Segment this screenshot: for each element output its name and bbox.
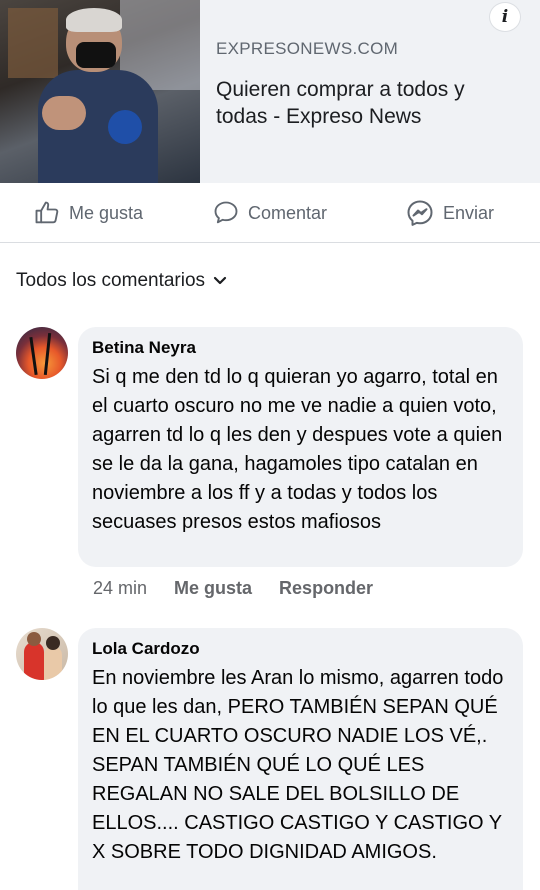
like-button[interactable]: Me gusta — [33, 184, 143, 242]
comment-author[interactable]: Lola Cardozo — [92, 638, 509, 660]
comment-reply-link[interactable]: Responder — [279, 578, 373, 599]
link-title[interactable]: Quieren comprar a todos y todas - Expres… — [216, 76, 516, 130]
avatar[interactable] — [16, 628, 68, 680]
info-icon[interactable]: i — [489, 2, 521, 32]
comment-meta: 24 min Me gusta Responder — [93, 578, 400, 599]
comment-bubble: Lola Cardozo En noviembre les Aran lo mi… — [78, 628, 523, 890]
like-button-label: Me gusta — [69, 202, 144, 223]
comment-button[interactable]: Comentar — [212, 184, 327, 242]
link-domain: EXPRESONEWS.COM — [216, 39, 399, 58]
link-preview-card[interactable]: EXPRESONEWS.COM Quieren comprar a todos … — [0, 0, 540, 183]
comments-filter-dropdown[interactable]: Todos los comentarios — [16, 270, 227, 292]
comment-bubble-icon — [214, 201, 238, 224]
comment-button-label: Comentar — [248, 202, 328, 223]
post-action-bar: Me gusta Comentar Enviar — [0, 184, 540, 243]
comments-filter-label: Todos los comentarios — [16, 270, 206, 291]
send-button-label: Enviar — [443, 202, 495, 223]
thumbs-up-icon — [35, 201, 59, 224]
comment-like-link[interactable]: Me gusta — [174, 578, 252, 599]
link-thumbnail-image[interactable] — [0, 0, 200, 183]
messenger-icon — [407, 200, 433, 226]
comment-author[interactable]: Betina Neyra — [92, 337, 509, 359]
avatar[interactable] — [16, 327, 68, 379]
comment-text: En noviembre les Aran lo mismo, agarren … — [92, 667, 504, 863]
chevron-down-icon — [213, 276, 227, 285]
send-button[interactable]: Enviar — [405, 184, 494, 242]
comment-timestamp[interactable]: 24 min — [93, 578, 147, 599]
comment-text: Si q me den td lo q quieran yo agarro, t… — [92, 366, 503, 533]
comment-bubble: Betina Neyra Si q me den td lo q quieran… — [78, 327, 523, 567]
